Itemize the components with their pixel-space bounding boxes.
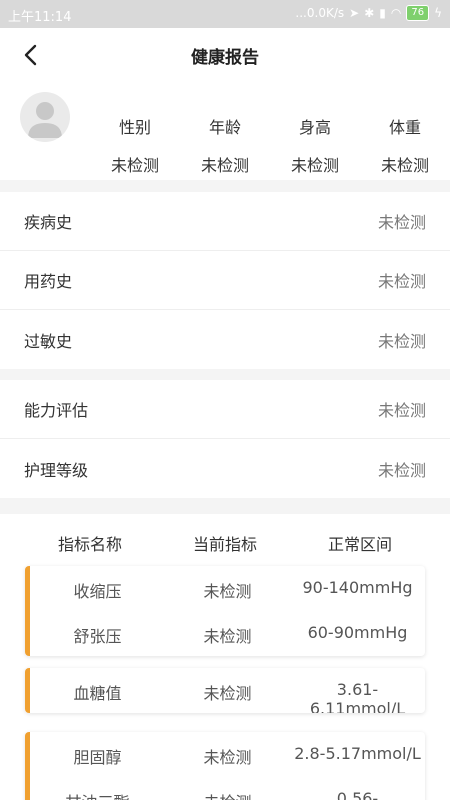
- row-value: 未检测: [377, 331, 426, 351]
- row-label: 能力评估: [24, 401, 89, 420]
- header-current-value: 当前指标: [192, 535, 257, 554]
- metric-range: 60-90mmHg: [307, 623, 408, 642]
- row-label: 过敏史: [24, 331, 73, 351]
- nav-bar: 健康报告: [0, 28, 450, 80]
- metric-current: 未检测: [203, 582, 252, 601]
- bluetooth-icon: ✱: [364, 6, 375, 20]
- metric-row: 胆固醇 未检测 2.8-5.17mmol/L: [25, 732, 425, 777]
- battery-icon: 76: [406, 5, 430, 21]
- metric-name: 胆固醇: [73, 748, 122, 767]
- page-title: 健康报告: [191, 48, 259, 68]
- stat-value: 未检测: [380, 156, 429, 175]
- metric-current: 未检测: [203, 627, 252, 646]
- metric-name: 血糖值: [73, 684, 122, 703]
- signal-icon: ▮: [379, 6, 386, 20]
- row-medication-history[interactable]: 用药史 未检测: [0, 251, 450, 310]
- metric-row: 血糖值 未检测 3.61-6.11mmol/L: [25, 668, 425, 713]
- header-normal-range: 正常区间: [327, 535, 392, 554]
- row-disease-history[interactable]: 疾病史 未检测: [0, 192, 450, 251]
- location-icon: ➤: [349, 6, 360, 20]
- row-label: 用药史: [24, 272, 73, 291]
- metric-current: 未检测: [203, 684, 252, 703]
- stat-label: 身高: [298, 118, 331, 137]
- history-card: 疾病史 未检测 用药史 未检测 过敏史 未检测: [0, 192, 450, 369]
- metric-range: 0.56-1.70mmol/L: [336, 789, 379, 800]
- wifi-icon: ◠: [390, 6, 402, 20]
- status-time: 上午11:14: [8, 10, 72, 25]
- row-value: 未检测: [377, 213, 426, 232]
- metric-group-lipids: 胆固醇 未检测 2.8-5.17mmol/L 甘油三酯 未检测 0.56-1.7…: [25, 732, 425, 800]
- user-avatar-icon: [28, 102, 62, 138]
- row-value: 未检测: [377, 460, 426, 480]
- metric-name: 舒张压: [73, 627, 122, 646]
- row-value: 未检测: [377, 272, 426, 291]
- metric-range: 3.61-6.11mmol/L: [309, 680, 406, 713]
- row-care-level[interactable]: 护理等级 未检测: [0, 439, 450, 498]
- metric-range: 2.8-5.17mmol/L: [294, 744, 421, 763]
- metric-row: 舒张压 未检测 60-90mmHg: [25, 611, 425, 656]
- metric-group-blood-pressure: 收缩压 未检测 90-140mmHg 舒张压 未检测 60-90mmHg: [25, 566, 425, 656]
- stat-value: 未检测: [110, 156, 159, 175]
- row-value: 未检测: [377, 401, 426, 420]
- metric-current: 未检测: [165, 789, 290, 800]
- metric-row: 甘油三酯 未检测 0.56-1.70mmol/L: [25, 777, 425, 800]
- metrics-section: 指标名称 当前指标 正常区间 收缩压 未检测 90-140mmHg 舒张压 未检…: [0, 514, 450, 800]
- metrics-header: 指标名称 当前指标 正常区间: [0, 514, 450, 568]
- stat-label: 性别: [118, 118, 151, 137]
- row-allergy-history[interactable]: 过敏史 未检测: [0, 310, 450, 369]
- charging-icon: ϟ: [434, 6, 442, 20]
- row-ability-assessment[interactable]: 能力评估 未检测: [0, 380, 450, 439]
- metric-name: 收缩压: [73, 582, 122, 601]
- avatar[interactable]: [20, 92, 70, 142]
- metric-row: 收缩压 未检测 90-140mmHg: [25, 566, 425, 611]
- stat-label: 体重: [388, 118, 421, 137]
- stat-label: 年龄: [208, 118, 241, 137]
- header-metric-name: 指标名称: [57, 535, 122, 554]
- metric-group-blood-sugar: 血糖值 未检测 3.61-6.11mmol/L: [25, 668, 425, 713]
- assessment-card: 能力评估 未检测 护理等级 未检测: [0, 380, 450, 498]
- row-label: 疾病史: [24, 213, 73, 232]
- stat-value: 未检测: [290, 156, 339, 175]
- metric-name: 甘油三酯: [35, 789, 160, 800]
- network-speed: ...0.0K/s: [295, 6, 345, 20]
- metric-current: 未检测: [203, 748, 252, 767]
- status-indicators: ...0.0K/s ➤ ✱ ▮ ◠ 76 ϟ: [295, 5, 442, 21]
- metric-range: 90-140mmHg: [302, 578, 413, 597]
- stat-value: 未检测: [200, 156, 249, 175]
- profile-card: 性别 未检测 年龄 未检测 身高 未检测 体重 未检测: [0, 80, 450, 180]
- row-label: 护理等级: [24, 460, 89, 480]
- status-bar: 上午11:14 ...0.0K/s ➤ ✱ ▮ ◠ 76 ϟ: [0, 0, 450, 28]
